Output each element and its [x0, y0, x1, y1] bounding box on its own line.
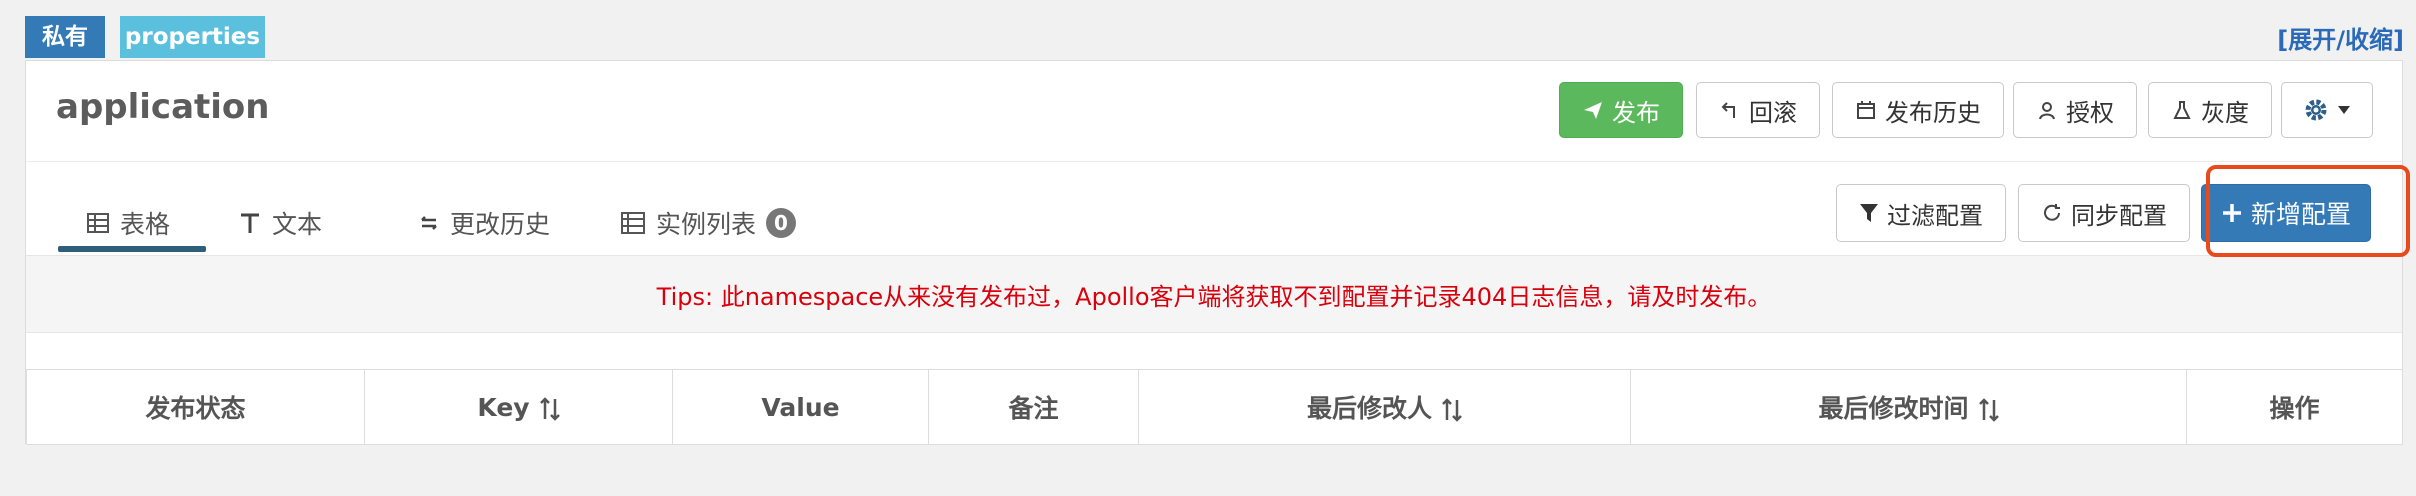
namespace-title: application: [56, 87, 270, 127]
namespace-panel: application 发布 回滚 发布历史 授权 灰度 表格 文本 更改历史: [25, 60, 2410, 445]
column-header-comment: 备注: [928, 369, 1139, 445]
tab-instance-list-label: 实例列表: [656, 210, 757, 239]
text-icon: [241, 213, 259, 233]
instance-count-badge: 0: [766, 208, 797, 238]
column-header-value: Value: [672, 369, 929, 445]
sync-config-label: 同步配置: [2071, 201, 2167, 230]
private-badge: 私有: [25, 16, 105, 58]
format-badge: properties: [120, 16, 265, 58]
publish-button[interactable]: 发布: [1559, 82, 1683, 138]
tab-instance-list[interactable]: 实例列表 0: [620, 205, 797, 241]
active-tab-indicator: [58, 246, 206, 252]
table-header-row: 发布状态 Key Value 备注 最后修改人 最后修改时间 操作: [26, 369, 2403, 445]
user-icon: [2039, 102, 2055, 120]
tab-table[interactable]: 表格: [86, 205, 170, 241]
history-icon: [421, 216, 437, 230]
sort-icon[interactable]: [1978, 398, 1999, 422]
tab-text[interactable]: 文本: [238, 205, 322, 241]
table-icon: [87, 213, 109, 233]
sync-config-button[interactable]: 同步配置: [2018, 184, 2190, 242]
caret-down-icon: [2338, 106, 2350, 114]
publish-history-button[interactable]: 发布历史: [1832, 82, 2004, 138]
gear-icon: [2305, 99, 2327, 121]
tab-change-history-label: 更改历史: [450, 210, 551, 239]
send-icon: [1584, 102, 1602, 119]
config-table: 发布状态 Key Value 备注 最后修改人 最后修改时间 操作: [26, 369, 2403, 445]
filter-config-button[interactable]: 过滤配置: [1836, 184, 2006, 242]
refresh-icon: [2044, 204, 2060, 221]
tab-change-history[interactable]: 更改历史: [418, 205, 550, 241]
gray-release-label: 灰度: [2201, 98, 2249, 127]
rollback-icon: [1721, 102, 1735, 118]
column-header-modified-time[interactable]: 最后修改时间: [1630, 369, 2187, 445]
unpublished-tips: Tips: 此namespace从来没有发布过，Apollo客户端将获取不到配置…: [26, 255, 2402, 333]
publish-history-label: 发布历史: [1885, 98, 1981, 127]
publish-label: 发布: [1612, 98, 1660, 127]
expand-collapse-link[interactable]: [展开/收缩]: [2277, 20, 2404, 55]
header-divider: [26, 161, 2402, 162]
column-header-actions: 操作: [2186, 369, 2403, 445]
column-header-modifier[interactable]: 最后修改人: [1138, 369, 1631, 445]
settings-dropdown-button[interactable]: [2281, 82, 2373, 138]
filter-config-label: 过滤配置: [1887, 201, 1983, 230]
authorize-button[interactable]: 授权: [2013, 82, 2137, 138]
column-header-status: 发布状态: [26, 369, 365, 445]
tab-table-label: 表格: [120, 210, 171, 239]
authorize-label: 授权: [2066, 98, 2114, 127]
rollback-button[interactable]: 回滚: [1696, 82, 1820, 138]
add-config-highlight: [2206, 165, 2410, 257]
gray-release-button[interactable]: 灰度: [2148, 82, 2272, 138]
tab-text-label: 文本: [272, 210, 323, 239]
instance-list-icon: [621, 212, 645, 234]
column-header-key[interactable]: Key: [364, 369, 673, 445]
rollback-label: 回滚: [1749, 98, 1797, 127]
filter-icon: [1860, 204, 1878, 222]
sort-icon[interactable]: [539, 396, 560, 421]
flask-icon: [2173, 101, 2191, 119]
tips-text: Tips: 此namespace从来没有发布过，Apollo客户端将获取不到配置…: [656, 282, 1772, 311]
sort-icon[interactable]: [1442, 398, 1462, 422]
calendar-icon: [1857, 101, 1875, 119]
